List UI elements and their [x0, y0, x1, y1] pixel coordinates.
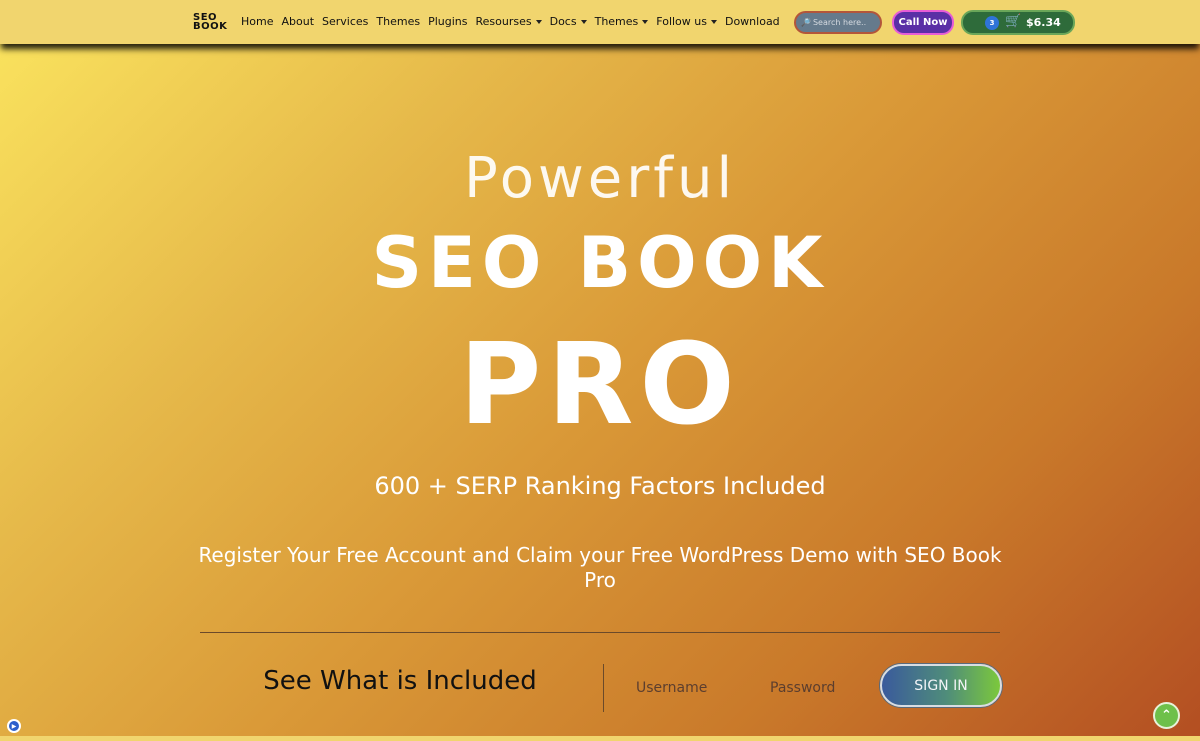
nav-item-label: About [281, 15, 315, 28]
see-included-heading[interactable]: See What is Included [200, 666, 600, 696]
call-now-label: Call Now [898, 17, 948, 28]
site-logo[interactable]: SEO BOOK [193, 13, 228, 32]
nav-item-label: Themes [594, 15, 639, 28]
shopping-cart-icon: 🛒 [1005, 14, 1022, 29]
magnifier-icon: 🔎 [801, 18, 811, 27]
nav-item-follow-us[interactable]: Follow us [656, 15, 717, 28]
nav-item-label: Docs [549, 15, 577, 28]
search-input[interactable] [812, 18, 881, 27]
nav-item-docs[interactable]: Docs [550, 15, 587, 28]
search-box: 🔎 [794, 11, 882, 34]
cart-button[interactable]: 3 🛒 $6.34 [961, 10, 1075, 35]
password-field[interactable] [770, 677, 880, 699]
nav-item-about[interactable]: About [281, 15, 314, 28]
vertical-divider [603, 664, 604, 712]
nav-item-label: Plugins [428, 15, 468, 28]
bottom-bar [0, 736, 1200, 741]
nav-item-themes[interactable]: Themes [376, 15, 420, 28]
nav-item-label: Home [241, 15, 274, 28]
nav-item-label: Resourses [475, 15, 532, 28]
hero-subtitle: Powerful [463, 146, 737, 211]
sign-in-button[interactable]: SIGN IN [880, 664, 1002, 707]
logo-line-2: BOOK [193, 21, 228, 32]
chevron-down-icon [642, 19, 649, 24]
nav-item-themes-dropdown[interactable]: Themes [595, 15, 649, 28]
sign-in-label: SIGN IN [914, 677, 968, 694]
username-field[interactable] [636, 677, 746, 699]
nav-item-services[interactable]: Services [322, 15, 368, 28]
chevron-down-icon [580, 19, 587, 24]
nav-item-home[interactable]: Home [241, 15, 273, 28]
nav-item-label: Services [322, 15, 369, 28]
hero-title: SEO BOOK [371, 222, 829, 304]
chevron-down-icon [535, 19, 542, 24]
section-divider [200, 632, 1000, 633]
hero-pro: PRO [459, 320, 741, 450]
nav-item-resourses[interactable]: Resourses [476, 15, 542, 28]
nav-item-label: Themes [376, 15, 421, 28]
nav-item-label: Follow us [656, 15, 707, 28]
scroll-to-top-icon[interactable]: ⌃ [1153, 702, 1180, 729]
top-navbar: SEO BOOK Home About Services Themes Plug… [0, 0, 1200, 44]
nav-item-download[interactable]: Download [725, 15, 780, 28]
cart-count-badge: 3 [985, 16, 999, 30]
call-now-button[interactable]: Call Now [892, 10, 954, 35]
nav-item-label: Download [724, 15, 780, 28]
hero-tagline: 600 + SERP Ranking Factors Included [374, 472, 826, 500]
register-cta-text: Register Your Free Account and Claim you… [198, 543, 1002, 592]
chevron-down-icon [710, 19, 717, 24]
nav-menu: Home About Services Themes Plugins Resou… [241, 15, 788, 28]
cart-total: $6.34 [1026, 16, 1061, 29]
accessibility-icon[interactable]: ▶ [7, 719, 21, 733]
nav-item-plugins[interactable]: Plugins [428, 15, 467, 28]
